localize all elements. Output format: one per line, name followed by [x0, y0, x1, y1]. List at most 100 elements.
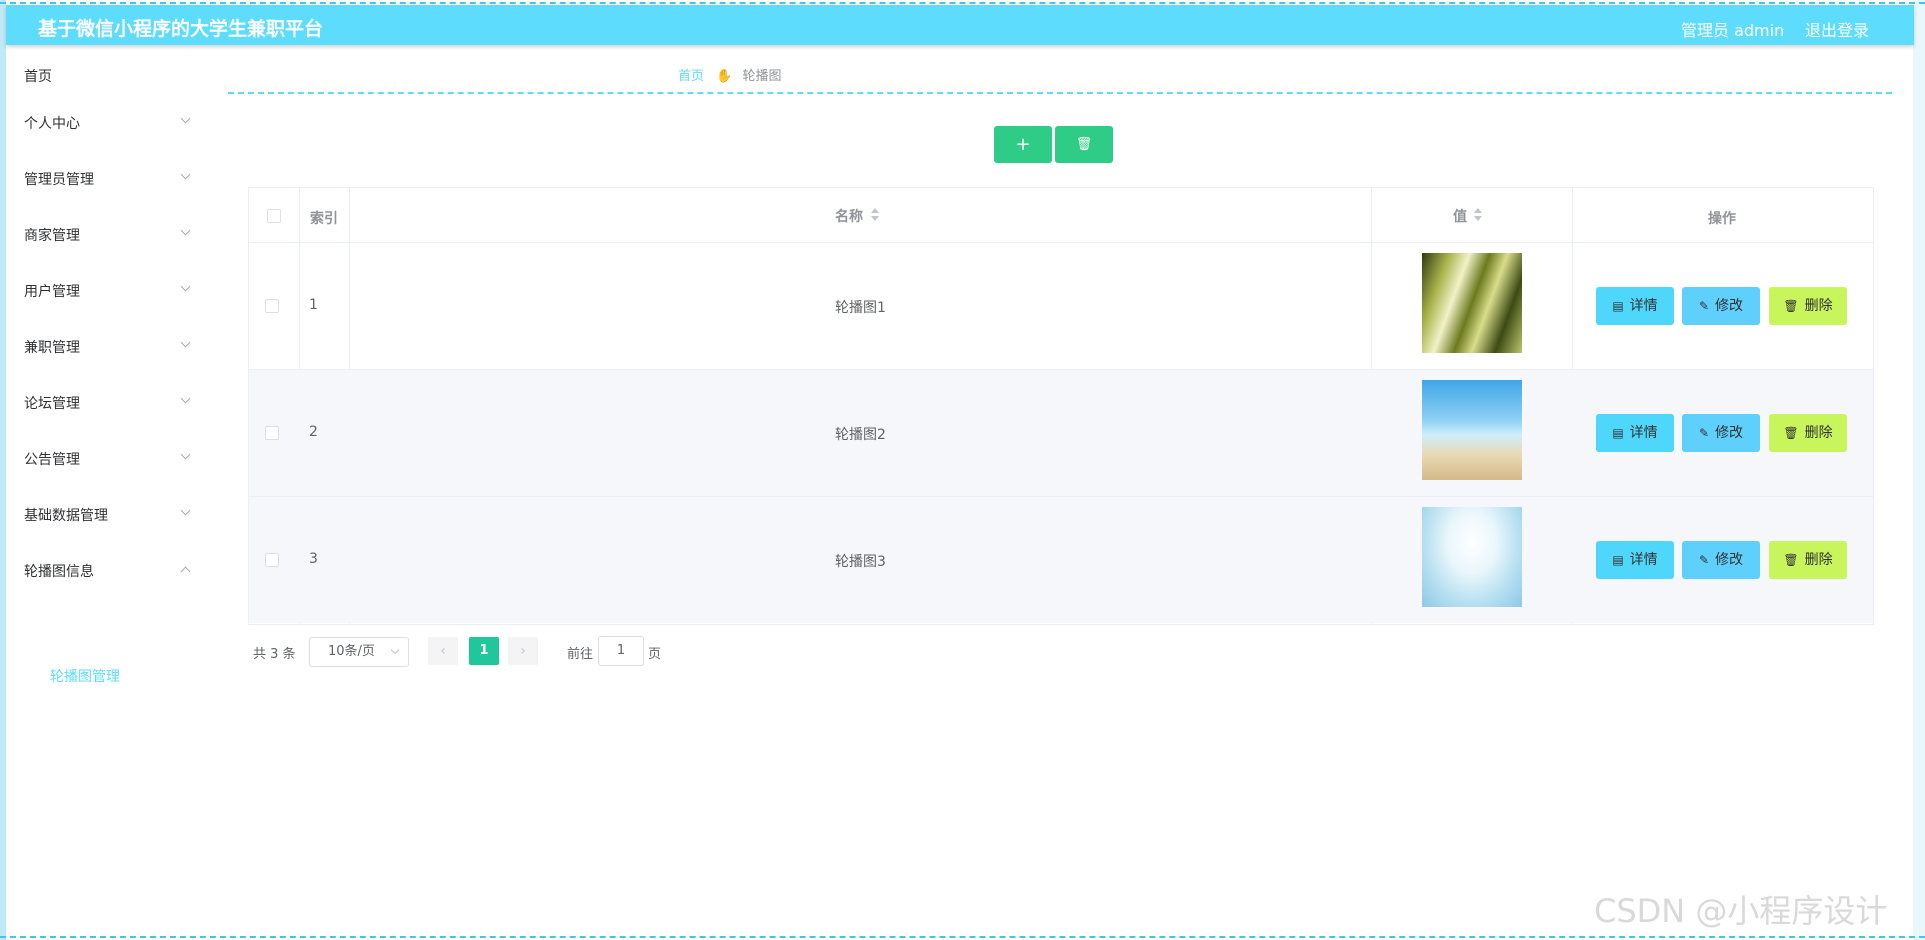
sidebar-item-label: 商家管理 [24, 228, 80, 244]
row-index: 1 [309, 297, 318, 313]
sidebar-item-label: 公告管理 [24, 452, 80, 468]
carousel-table: 索引 名称 值 操作 1 轮播图1 ▤ 详情 ✎ 修改 🗑 删除 2 轮播图2 ▤ 详情… [248, 187, 1874, 625]
table-row: 2 轮播图2 ▤ 详情 ✎ 修改 🗑 删除 [249, 370, 1873, 497]
row-name: 轮播图3 [835, 554, 886, 570]
sidebar-item-label: 管理员管理 [24, 172, 94, 188]
carousel-image-thumbnail[interactable] [1422, 253, 1522, 353]
table-header-row: 索引 名称 值 操作 [249, 188, 1873, 243]
plus-icon: + [1015, 134, 1031, 155]
delete-button[interactable]: 🗑 删除 [1769, 414, 1847, 452]
pencil-icon: ✎ [1698, 553, 1710, 567]
next-page-button[interactable]: › [508, 637, 538, 665]
chevron-left-icon: ‹ [440, 643, 446, 659]
detail-label: 详情 [1629, 298, 1658, 314]
sort-icon[interactable] [871, 208, 879, 222]
row-checkbox[interactable] [265, 426, 279, 440]
trash-icon: 🗑 [1075, 137, 1093, 152]
edit-button[interactable]: ✎ 修改 [1682, 541, 1760, 579]
sidebar-item-merchant-management[interactable]: 商家管理 [24, 225, 194, 245]
sidebar-item-profile[interactable]: 个人中心 [24, 113, 194, 133]
chevron-down-icon [180, 393, 191, 404]
row-name: 轮播图2 [835, 427, 886, 443]
trash-icon: 🗑 [1783, 299, 1799, 313]
detail-label: 详情 [1629, 425, 1658, 441]
add-button[interactable]: + [994, 126, 1052, 163]
sidebar-item-forum-management[interactable]: 论坛管理 [24, 393, 194, 413]
sidebar-item-label: 首页 [24, 69, 52, 85]
sidebar-item-notice-management[interactable]: 公告管理 [24, 449, 194, 469]
chevron-down-icon [180, 113, 191, 124]
app-title: 基于微信小程序的大学生兼职平台 [38, 18, 324, 40]
chevron-down-icon [180, 337, 191, 348]
table-row: 1 轮播图1 ▤ 详情 ✎ 修改 🗑 删除 [249, 243, 1873, 370]
chevron-down-icon [180, 225, 191, 236]
sidebar-item-home[interactable]: 首页 [24, 66, 194, 86]
watermark: CSDN @小程序设计 [1594, 892, 1888, 930]
sidebar-item-label: 兼职管理 [24, 340, 80, 356]
edit-label: 修改 [1715, 552, 1744, 568]
frame-dash-bottom [0, 936, 1925, 938]
column-header-ops: 操作 [1708, 211, 1736, 227]
row-checkbox[interactable] [265, 299, 279, 313]
table-row: 3 轮播图3 ▤ 详情 ✎ 修改 🗑 删除 [249, 497, 1873, 623]
sidebar-item-admin-management[interactable]: 管理员管理 [24, 169, 194, 189]
column-header-index: 索引 [310, 211, 338, 227]
sidebar-item-base-data-management[interactable]: 基础数据管理 [24, 505, 194, 525]
sidebar: 首页 个人中心 管理员管理 商家管理 用户管理 兼职管理 论坛管理 公告管理 基… [6, 46, 206, 932]
delete-label: 删除 [1804, 552, 1833, 568]
delete-label: 删除 [1804, 425, 1833, 441]
edit-button[interactable]: ✎ 修改 [1682, 414, 1760, 452]
sidebar-item-label: 轮播图信息 [24, 564, 94, 580]
edit-label: 修改 [1715, 298, 1744, 314]
sidebar-item-label: 个人中心 [24, 116, 80, 132]
chevron-down-icon [180, 169, 191, 180]
sidebar-item-carousel-info[interactable]: 轮播图信息 [24, 561, 194, 581]
delete-button[interactable]: 🗑 删除 [1769, 541, 1847, 579]
goto-label: 前往 [567, 647, 594, 662]
trash-icon: 🗑 [1783, 426, 1799, 440]
current-user: 管理员 admin [1681, 21, 1785, 40]
column-header-name[interactable]: 名称 [835, 206, 863, 226]
carousel-image-thumbnail[interactable] [1422, 507, 1522, 607]
delete-button[interactable]: 🗑 删除 [1769, 287, 1847, 325]
sidebar-item-label: 基础数据管理 [24, 508, 108, 524]
sort-icon[interactable] [1474, 208, 1482, 222]
chevron-right-icon: › [520, 643, 526, 659]
goto-unit: 页 [648, 647, 662, 662]
breadcrumb-home[interactable]: 首页 [678, 69, 704, 84]
breadcrumb: 首页 ✋ 轮播图 [678, 65, 782, 84]
edit-label: 修改 [1715, 425, 1744, 441]
select-all-checkbox[interactable] [267, 209, 281, 223]
delete-label: 删除 [1804, 298, 1833, 314]
detail-button[interactable]: ▤ 详情 [1596, 414, 1674, 452]
chevron-down-icon [180, 449, 191, 460]
row-checkbox[interactable] [265, 553, 279, 567]
edit-button[interactable]: ✎ 修改 [1682, 287, 1760, 325]
goto-page-input[interactable]: 1 [598, 636, 644, 666]
logout-link[interactable]: 退出登录 [1805, 17, 1869, 41]
page-size-value: 10条/页 [328, 644, 375, 659]
detail-button[interactable]: ▤ 详情 [1596, 541, 1674, 579]
column-header-value[interactable]: 值 [1453, 206, 1467, 226]
breadcrumb-divider [228, 92, 1892, 94]
document-icon: ▤ [1612, 426, 1624, 440]
pencil-icon: ✎ [1698, 426, 1710, 440]
prev-page-button[interactable]: ‹ [428, 637, 458, 665]
row-index: 2 [309, 424, 318, 440]
row-name: 轮播图1 [835, 300, 886, 316]
chevron-up-icon [180, 566, 191, 577]
sidebar-subitem-carousel-management[interactable]: 轮播图管理 [50, 666, 120, 686]
sidebar-item-parttime-management[interactable]: 兼职管理 [24, 337, 194, 357]
frame-dash-top [0, 2, 1925, 4]
page-number-current[interactable]: 1 [469, 637, 499, 665]
chevron-down-icon [180, 505, 191, 516]
row-index: 3 [309, 551, 318, 567]
chevron-down-icon [180, 281, 191, 292]
detail-button[interactable]: ▤ 详情 [1596, 287, 1674, 325]
chevron-down-icon [390, 645, 400, 655]
batch-delete-button[interactable]: 🗑 [1055, 126, 1113, 163]
page-size-select[interactable]: 10条/页 [309, 637, 409, 667]
carousel-image-thumbnail[interactable] [1422, 380, 1522, 480]
breadcrumb-current: 轮播图 [742, 69, 782, 84]
sidebar-item-user-management[interactable]: 用户管理 [24, 281, 194, 301]
